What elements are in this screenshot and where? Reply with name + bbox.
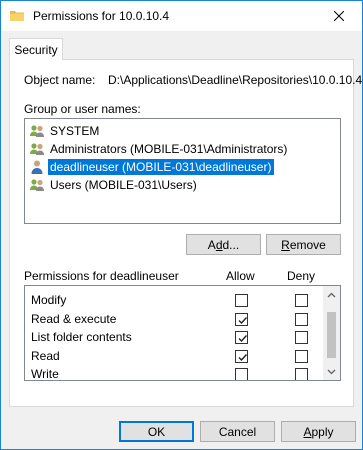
group-list-item-label: Administrators (MOBILE-031\Administrator…: [50, 142, 288, 156]
remove-accesskey: R: [281, 237, 290, 252]
allow-checkbox[interactable]: [235, 294, 248, 307]
tab-security[interactable]: Security: [9, 38, 63, 60]
object-name-value: D:\Applications\Deadline\Repositories\10…: [108, 73, 363, 87]
group-list-item-label: Users (MOBILE-031\Users): [50, 178, 197, 192]
user-icon: [31, 160, 43, 174]
remove-label-part: emove: [289, 237, 326, 252]
deny-checkbox[interactable]: [295, 349, 308, 363]
object-name-label: Object name:: [24, 73, 96, 87]
permission-name: Write: [31, 367, 59, 381]
cancel-button[interactable]: Cancel: [200, 421, 275, 442]
group-list-item[interactable]: Administrators (MOBILE-031\Administrator…: [27, 140, 340, 158]
deny-checkbox[interactable]: [295, 368, 308, 380]
apply-label-part: pply: [311, 424, 334, 439]
group-list-item[interactable]: Users (MOBILE-031\Users): [27, 176, 340, 194]
permission-row: Write: [25, 365, 325, 381]
chevron-down-icon: [327, 369, 336, 374]
title-bar[interactable]: Permissions for 10.0.10.4: [1, 1, 362, 31]
permissions-dialog: Permissions for 10.0.10.4 Security Objec…: [0, 0, 363, 450]
add-label-part: A: [207, 237, 216, 252]
close-icon: [334, 11, 344, 21]
deny-checkbox[interactable]: [295, 331, 308, 344]
checkmark-icon: [238, 353, 248, 361]
deny-checkbox[interactable]: [295, 294, 308, 307]
group-list-item[interactable]: SYSTEM: [27, 122, 340, 140]
users-group-icon: [30, 125, 44, 137]
group-list-item-label: SYSTEM: [50, 124, 100, 138]
permission-row: Modify: [25, 291, 325, 309]
permission-name: Read: [31, 348, 60, 363]
ok-button[interactable]: OK: [119, 421, 194, 442]
group-user-list[interactable]: SYSTEM Administrators (MOBILE-031\Adminis…: [24, 118, 341, 224]
scroll-down-button[interactable]: [323, 363, 340, 380]
users-group-icon: [30, 179, 44, 191]
permissions-scrollbar[interactable]: [323, 286, 340, 380]
permission-row: Read & execute: [25, 310, 325, 328]
checkmark-icon: [238, 316, 248, 324]
permission-name: List folder contents: [31, 330, 132, 344]
allow-checkbox[interactable]: [235, 368, 248, 380]
allow-checkbox[interactable]: [235, 312, 248, 326]
users-group-icon: [30, 143, 44, 155]
permissions-label: Permissions for deadlineuser: [24, 269, 179, 283]
chevron-up-icon: [327, 292, 336, 297]
add-label-part: d...: [222, 237, 240, 252]
group-list-item-label: deadlineuser (MOBILE-031\deadlineuser): [46, 158, 276, 176]
group-list-item[interactable]: deadlineuser (MOBILE-031\deadlineuser): [27, 158, 340, 176]
deny-checkbox[interactable]: [295, 312, 308, 326]
permission-row: List folder contents: [25, 328, 325, 346]
permission-name: Read & execute: [31, 311, 117, 326]
close-button[interactable]: [316, 1, 362, 31]
permission-row: Read: [25, 347, 325, 365]
apply-button[interactable]: Apply: [281, 421, 356, 442]
folder-icon: [10, 11, 24, 21]
remove-button[interactable]: Remove: [266, 234, 341, 255]
window-title: Permissions for 10.0.10.4: [33, 9, 170, 23]
scroll-up-button[interactable]: [323, 286, 340, 303]
allow-checkbox[interactable]: [235, 331, 248, 344]
scroll-thumb[interactable]: [327, 312, 336, 358]
allow-header: Allow: [226, 269, 255, 283]
permissions-list[interactable]: Modify Read & execute List folder contents…: [24, 285, 341, 381]
checkmark-icon: [238, 335, 248, 343]
group-names-label: Group or user names:: [24, 102, 141, 116]
security-panel: Object name: D:\Applications\Deadline\Re…: [9, 59, 362, 407]
allow-checkbox[interactable]: [235, 349, 248, 363]
add-button[interactable]: Ad d...: [186, 234, 261, 255]
deny-header: Deny: [287, 269, 316, 283]
permission-name: Modify: [31, 293, 67, 307]
apply-accesskey: A: [303, 424, 312, 439]
add-accesskey: d: [215, 237, 223, 252]
